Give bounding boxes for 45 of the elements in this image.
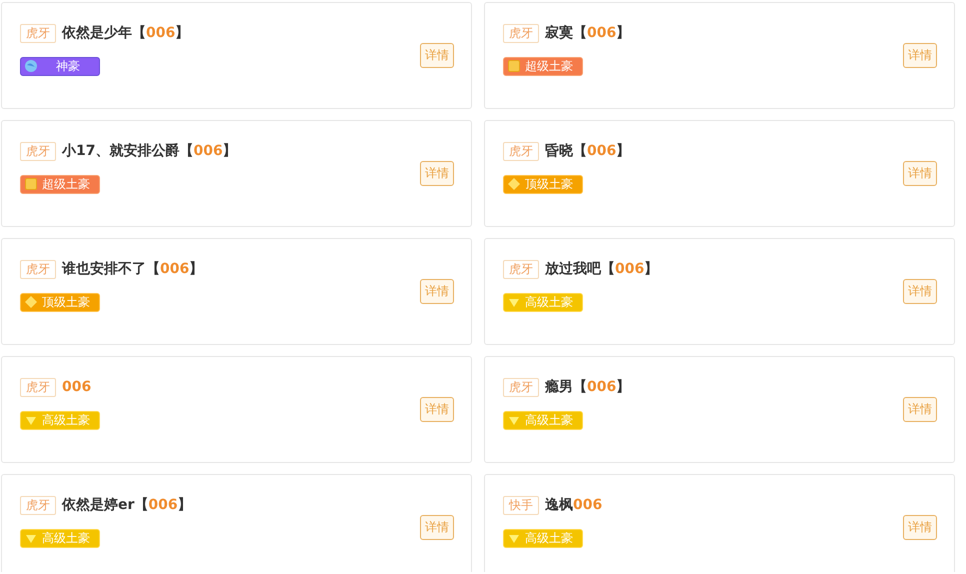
level-badge: 超级土豪 <box>20 174 100 194</box>
user-name: 逸枫006 <box>545 496 602 514</box>
details-button[interactable]: 详情 <box>420 161 454 186</box>
details-button[interactable]: 详情 <box>903 397 937 422</box>
square-icon <box>24 177 38 191</box>
details-button[interactable]: 详情 <box>903 161 937 186</box>
platform-tag: 虎牙 <box>20 142 56 160</box>
user-name: 006 <box>62 379 92 395</box>
details-button[interactable]: 详情 <box>420 279 454 304</box>
user-name: 依然是婷er【006】 <box>62 496 192 514</box>
level-badge: 神豪 <box>20 56 100 76</box>
details-button[interactable]: 详情 <box>903 279 937 304</box>
user-name: 谁也安排不了【006】 <box>62 260 204 278</box>
platform-tag: 虎牙 <box>503 260 539 278</box>
level-badge: 顶级土豪 <box>20 292 100 312</box>
level-badge: 超级土豪 <box>503 56 583 76</box>
details-button[interactable]: 详情 <box>420 397 454 422</box>
details-button[interactable]: 详情 <box>903 515 937 540</box>
user-name: 寂寞【006】 <box>545 24 630 42</box>
level-badge: 高级土豪 <box>503 292 583 312</box>
details-button[interactable]: 详情 <box>420 43 454 68</box>
platform-tag: 虎牙 <box>20 496 56 514</box>
details-button[interactable]: 详情 <box>420 515 454 540</box>
level-badge: 高级土豪 <box>503 528 583 548</box>
platform-tag: 虎牙 <box>503 24 539 42</box>
diamond-icon <box>507 177 521 191</box>
details-button[interactable]: 详情 <box>903 43 937 68</box>
platform-tag: 虎牙 <box>503 142 539 160</box>
platform-tag: 虎牙 <box>20 260 56 278</box>
platform-tag: 虎牙 <box>503 378 539 396</box>
user-name: 依然是少年【006】 <box>62 24 190 42</box>
level-badge: 高级土豪 <box>20 528 100 548</box>
user-name: 小17、就安排公爵【006】 <box>62 142 237 160</box>
square-icon <box>507 59 521 73</box>
platform-tag: 虎牙 <box>20 24 56 42</box>
level-badge: 高级土豪 <box>503 410 583 430</box>
platform-tag: 快手 <box>503 496 539 514</box>
diamond-icon <box>24 295 38 309</box>
level-badge: 高级土豪 <box>20 410 100 430</box>
level-badge: 顶级土豪 <box>503 174 583 194</box>
user-name: 放过我吧【006】 <box>545 260 658 278</box>
globe-icon <box>24 59 38 73</box>
platform-tag: 虎牙 <box>20 378 56 396</box>
user-name: 瘾男【006】 <box>545 378 630 396</box>
user-name: 昏晓【006】 <box>545 142 630 160</box>
